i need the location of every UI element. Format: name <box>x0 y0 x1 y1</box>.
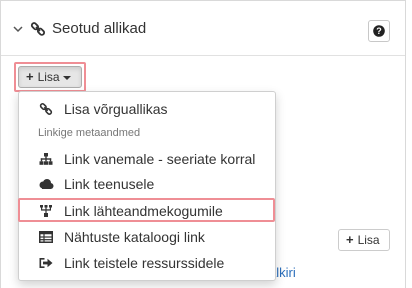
menu-item-label: Link vanemale - seeriate korral <box>64 151 256 167</box>
menu-section-header: Linkige metaandmed <box>38 127 141 139</box>
plus-icon: + <box>346 232 354 247</box>
caret-down-icon <box>62 75 71 80</box>
menu-item-label: Link teistele ressurssidele <box>64 255 225 271</box>
menu-item-label: Lisa võrguallikas <box>64 101 168 117</box>
panel-title: Seotud allikad <box>52 20 147 37</box>
menu-item-label: Link teenusele <box>64 176 155 192</box>
menu-item-link-source-dataset[interactable]: Link lähteandmekogumile <box>19 200 275 222</box>
sign-out-icon <box>38 255 54 271</box>
add-button-secondary[interactable]: + Lisa <box>338 229 390 251</box>
menu-item-link-other-resources[interactable]: Link teistele ressurssidele <box>19 252 275 274</box>
menu-item-label: Nähtuste kataloogi link <box>64 229 205 245</box>
menu-item-add-online-resource[interactable]: Lisa võrguallikas <box>19 98 275 120</box>
plus-icon: + <box>26 69 34 84</box>
source-dataset-icon <box>38 203 54 219</box>
add-dropdown-button[interactable]: + Lisa <box>18 66 82 88</box>
link-icon <box>30 22 46 36</box>
menu-item-link-service[interactable]: Link teenusele <box>19 173 275 195</box>
question-circle-icon: ? <box>373 25 385 37</box>
cloud-icon <box>38 176 54 192</box>
help-button[interactable]: ? <box>368 20 390 42</box>
menu-item-link-parent[interactable]: Link vanemale - seeriate korral <box>19 148 275 170</box>
menu-item-label: Link lähteandmekogumile <box>64 203 223 219</box>
table-icon <box>38 229 54 245</box>
link-icon <box>38 101 54 117</box>
panel-header[interactable]: Seotud allikad ? <box>1 1 405 56</box>
svg-text:?: ? <box>376 26 382 36</box>
sitemap-icon <box>38 151 54 167</box>
menu-item-feature-catalog[interactable]: Nähtuste kataloogi link <box>19 226 275 248</box>
add-button-label: Lisa <box>37 70 60 84</box>
add-dropdown-menu: Lisa võrguallikas Linkige metaandmed Lin… <box>18 91 276 281</box>
add-button-secondary-label: Lisa <box>357 233 380 247</box>
chevron-down-icon[interactable] <box>13 25 23 33</box>
